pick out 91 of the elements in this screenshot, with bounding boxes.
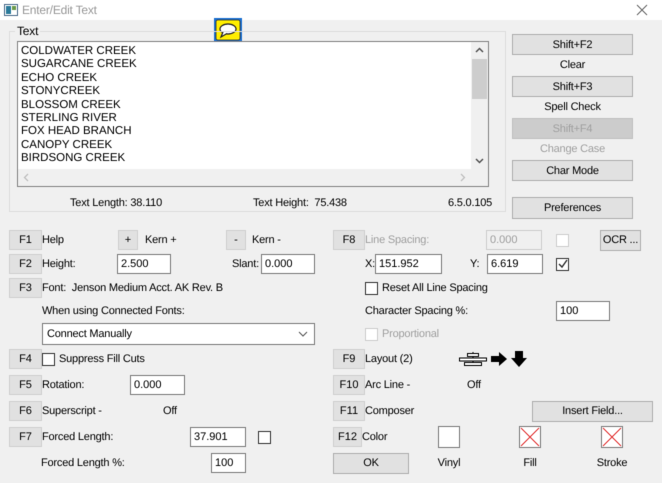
insert-field-button[interactable]: Insert Field... [532, 400, 653, 422]
shortcut-button[interactable]: Char Mode [512, 160, 633, 181]
line-spacing-label: Line Spacing: [365, 234, 430, 246]
function-key[interactable]: F3 [9, 278, 42, 298]
function-key[interactable]: F9 [333, 349, 365, 369]
kern-plus-label: Kern + [145, 234, 178, 246]
shortcut-button[interactable]: Shift+F3 [512, 76, 633, 97]
superscript-label: Superscript - [42, 405, 103, 417]
text-line: CANOPY CREEK [21, 138, 114, 152]
shortcut-button[interactable]: Shift+F2 [512, 34, 633, 55]
function-key[interactable]: F12 [333, 427, 362, 447]
window-title: Enter/Edit Text [22, 3, 97, 17]
function-key[interactable]: F6 [9, 401, 42, 421]
group-label: Text [16, 24, 40, 38]
preferences-button[interactable]: Preferences [512, 197, 633, 219]
no-color-swatch[interactable] [519, 426, 541, 448]
function-key[interactable]: F10 [333, 375, 365, 395]
align-center-icon[interactable] [458, 351, 488, 367]
button-caption: Spell Check [544, 100, 601, 115]
function-key[interactable]: F5 [9, 375, 42, 395]
color-swatch[interactable] [438, 426, 460, 448]
swatch-label: Vinyl [436, 457, 462, 469]
superscript-state: Off [163, 405, 178, 417]
slant-field[interactable]: 0.000 [261, 254, 315, 274]
checkbox[interactable] [556, 258, 569, 270]
text-line: STONYCREEK [21, 85, 102, 99]
x-field[interactable]: 151.952 [375, 254, 442, 274]
checkbox[interactable] [42, 352, 55, 366]
y-field[interactable]: 6.619 [487, 254, 543, 274]
text-line: COLDWATER CREEK [21, 45, 138, 58]
text-line: BIRDSONG CREEK [21, 152, 126, 166]
arc-line-state: Off [467, 379, 482, 391]
kern-minus-label: Kern - [252, 234, 282, 246]
scroll-thumb[interactable] [472, 59, 487, 99]
kern-minus-button[interactable]: - [226, 230, 246, 250]
vertical-scrollbar[interactable] [471, 42, 488, 169]
text-line: STERLING RIVER [21, 112, 118, 126]
height-label: Height: [42, 258, 76, 270]
rotation-label: Rotation: [42, 379, 86, 391]
layout-label: Layout (2) [365, 353, 414, 365]
text-height: Text Height: 75.438 [253, 197, 348, 209]
swatch-label: Fill [522, 457, 538, 469]
kern-plus-button[interactable]: + [118, 230, 138, 250]
close-icon[interactable] [636, 4, 648, 16]
no-color-swatch[interactable] [601, 426, 623, 448]
swatch-label: Stroke [596, 457, 628, 469]
button-caption: Clear [560, 58, 586, 73]
ok-button[interactable]: OK [333, 452, 409, 474]
character-spacing-field[interactable]: 100 [556, 301, 610, 321]
forced-length-percent-field[interactable]: 100 [211, 453, 246, 473]
text-line: ECHO CREEK [21, 72, 98, 86]
checkbox-label: Suppress Fill Cuts [59, 353, 145, 365]
height-field[interactable]: 2.500 [117, 254, 171, 274]
forced-length-field[interactable]: 37.901 [190, 427, 246, 447]
function-key[interactable]: F1 [9, 230, 42, 250]
y-label: Y: [470, 258, 480, 270]
down-arrow-icon[interactable] [510, 351, 528, 367]
connected-fonts-label: When using Connected Fonts: [42, 305, 186, 317]
text-area[interactable]: COLDWATER CREEK SUGARCANE CREEK ECHO CREEK STONYCREEK BLOSSOM CREEK STERLING RIVER FOX HEAD BRANCH CANOPY CREEK BIRDSONG CREEK [17, 41, 489, 187]
function-key[interactable]: F2 [9, 254, 42, 274]
app-icon [4, 4, 18, 16]
function-key[interactable]: F4 [9, 349, 42, 369]
arc-line-label: Arc Line - [365, 379, 412, 391]
forced-length-label: Forced Length: [42, 431, 114, 443]
button-caption: Change Case [540, 142, 606, 157]
speech-bubble-icon[interactable] [213, 17, 243, 43]
text-line: SUGARCANE CREEK [21, 58, 138, 72]
text-line: FOX HEAD BRANCH [21, 125, 133, 139]
connect-dropdown[interactable]: Connect Manually [42, 323, 315, 345]
slant-label: Slant: [232, 258, 260, 270]
version-label: 6.5.0.105 [448, 197, 494, 209]
caret-icon[interactable] [298, 331, 308, 337]
composer-label: Composer [365, 405, 416, 417]
function-key[interactable]: F7 [9, 427, 42, 447]
checkbox[interactable] [258, 430, 271, 444]
text-line: BLOSSOM CREEK [21, 98, 122, 112]
checkbox-label: Proportional [382, 328, 439, 340]
color-label: Color [362, 431, 388, 443]
character-spacing-label: Character Spacing %: [365, 305, 469, 317]
help-label: Help [42, 234, 65, 246]
forced-length-percent-label: Forced Length %: [41, 457, 126, 469]
scroll-up-icon[interactable] [475, 46, 484, 55]
x-label: X: [365, 258, 375, 270]
rotation-field[interactable]: 0.000 [130, 375, 185, 395]
scroll-down-icon[interactable] [475, 156, 484, 165]
right-arrow-icon[interactable] [490, 351, 508, 367]
font-label: Font: Jenson Medium Acct. AK Rev. B [42, 282, 224, 294]
function-key[interactable]: F11 [333, 401, 365, 421]
checkbox[interactable] [365, 282, 378, 294]
text-length: Text Length: 38.110 [70, 197, 164, 209]
checkbox-label: Reset All Line Spacing [382, 282, 488, 294]
